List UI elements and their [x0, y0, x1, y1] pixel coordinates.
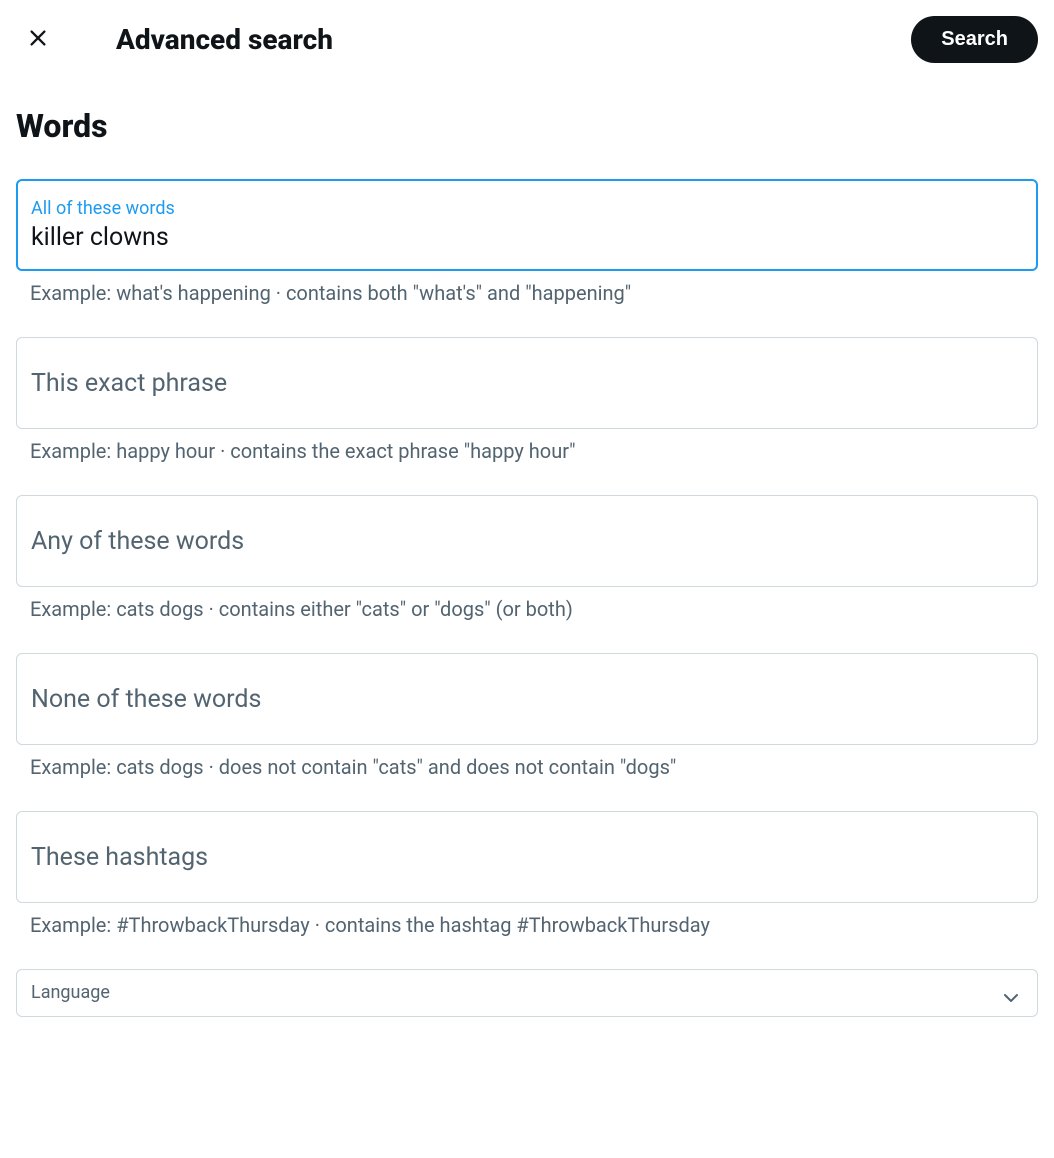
- label-exact-phrase: This exact phrase: [31, 369, 1023, 398]
- label-any-words: Any of these words: [31, 527, 1023, 556]
- input-container-hashtags[interactable]: These hashtags: [16, 811, 1038, 903]
- input-container-none-words[interactable]: None of these words: [16, 653, 1038, 745]
- input-container-any-words[interactable]: Any of these words: [16, 495, 1038, 587]
- input-container-all-words[interactable]: All of these words: [16, 179, 1038, 271]
- label-none-words: None of these words: [31, 685, 1023, 714]
- input-container-exact-phrase[interactable]: This exact phrase: [16, 337, 1038, 429]
- input-all-words[interactable]: [31, 223, 1023, 252]
- section-title-words: Words: [16, 107, 1038, 145]
- select-language[interactable]: Language: [16, 969, 1038, 1017]
- chevron-down-icon: [999, 982, 1023, 1014]
- field-all-words: All of these words Example: what's happe…: [16, 179, 1038, 305]
- field-language: Language: [16, 969, 1038, 1017]
- content-area: Words All of these words Example: what's…: [0, 107, 1054, 1017]
- close-icon: [27, 27, 49, 53]
- label-all-words: All of these words: [31, 198, 1023, 219]
- field-none-words: None of these words Example: cats dogs ·…: [16, 653, 1038, 779]
- field-hashtags: These hashtags Example: #ThrowbackThursd…: [16, 811, 1038, 937]
- helper-hashtags: Example: #ThrowbackThursday · contains t…: [16, 913, 1038, 937]
- label-hashtags: These hashtags: [31, 843, 1023, 872]
- label-language: Language: [31, 982, 110, 1003]
- dialog-title: Advanced search: [116, 23, 881, 56]
- helper-any-words: Example: cats dogs · contains either "ca…: [16, 597, 1038, 621]
- dialog-header: Advanced search Search: [0, 0, 1054, 79]
- field-any-words: Any of these words Example: cats dogs · …: [16, 495, 1038, 621]
- helper-exact-phrase: Example: happy hour · contains the exact…: [16, 439, 1038, 463]
- helper-none-words: Example: cats dogs · does not contain "c…: [16, 755, 1038, 779]
- helper-all-words: Example: what's happening · contains bot…: [16, 281, 1038, 305]
- close-button[interactable]: [20, 22, 56, 58]
- search-button[interactable]: Search: [911, 16, 1038, 63]
- field-exact-phrase: This exact phrase Example: happy hour · …: [16, 337, 1038, 463]
